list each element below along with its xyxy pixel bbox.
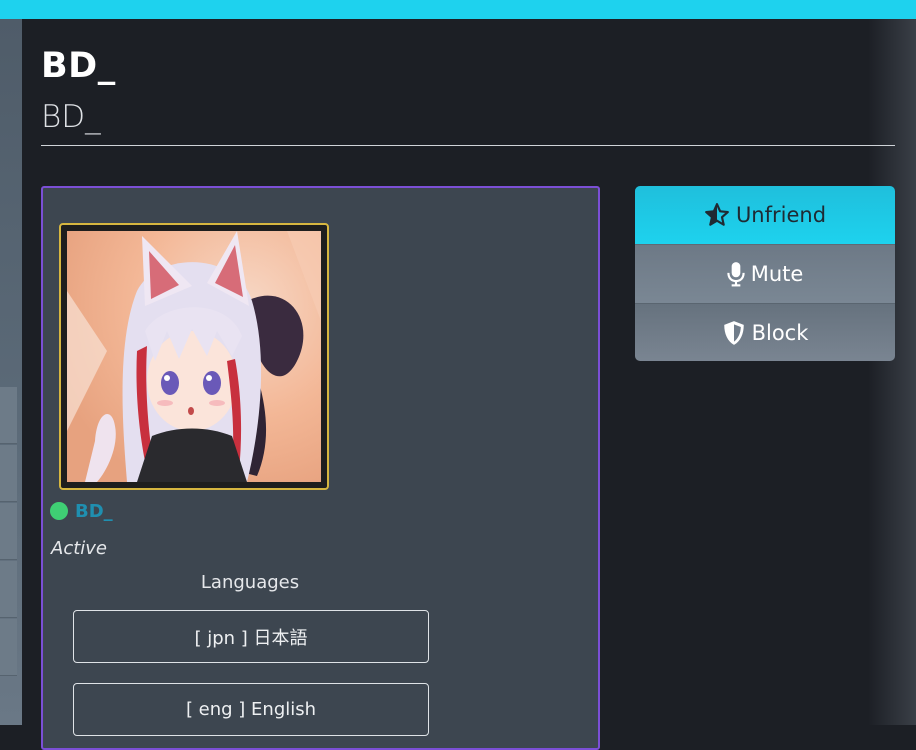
unfriend-button[interactable]: Unfriend (635, 186, 895, 244)
avatar[interactable] (67, 231, 321, 482)
sidebar-segment[interactable] (0, 561, 17, 618)
language-item[interactable]: [ eng ] English (73, 683, 429, 736)
mute-button[interactable]: Mute (635, 244, 895, 303)
star-half-icon (705, 203, 729, 226)
profile-username[interactable]: BD_ (75, 501, 113, 522)
avatar-illustration (67, 231, 321, 482)
left-sidebar-edge (0, 19, 22, 725)
languages-heading: Languages (200, 572, 300, 593)
language-item[interactable]: [ jpn ] 日本語 (73, 610, 429, 663)
avatar-frame (59, 223, 329, 490)
top-bar (0, 0, 916, 19)
sidebar-segment[interactable] (0, 445, 17, 502)
friend-actions-panel: Unfriend Mute Block (635, 186, 895, 361)
right-edge-shadow (868, 19, 916, 725)
activity-status: Active (51, 538, 107, 559)
online-status-dot (50, 502, 68, 520)
sidebar-segment[interactable] (0, 503, 17, 560)
title-divider (41, 145, 895, 146)
microphone-icon (727, 262, 745, 287)
mute-label: Mute (750, 262, 804, 286)
page-title: BD_ (41, 46, 116, 86)
unfriend-label: Unfriend (735, 203, 827, 227)
shield-icon (723, 321, 744, 345)
block-button[interactable]: Block (635, 303, 895, 361)
block-label: Block (751, 321, 809, 345)
sidebar-segment[interactable] (0, 387, 17, 444)
page-subtitle: BD_ (41, 99, 101, 135)
profile-card: BD_ Active Languages [ jpn ] 日本語 [ eng ]… (41, 186, 600, 750)
sidebar-segment[interactable] (0, 619, 17, 676)
